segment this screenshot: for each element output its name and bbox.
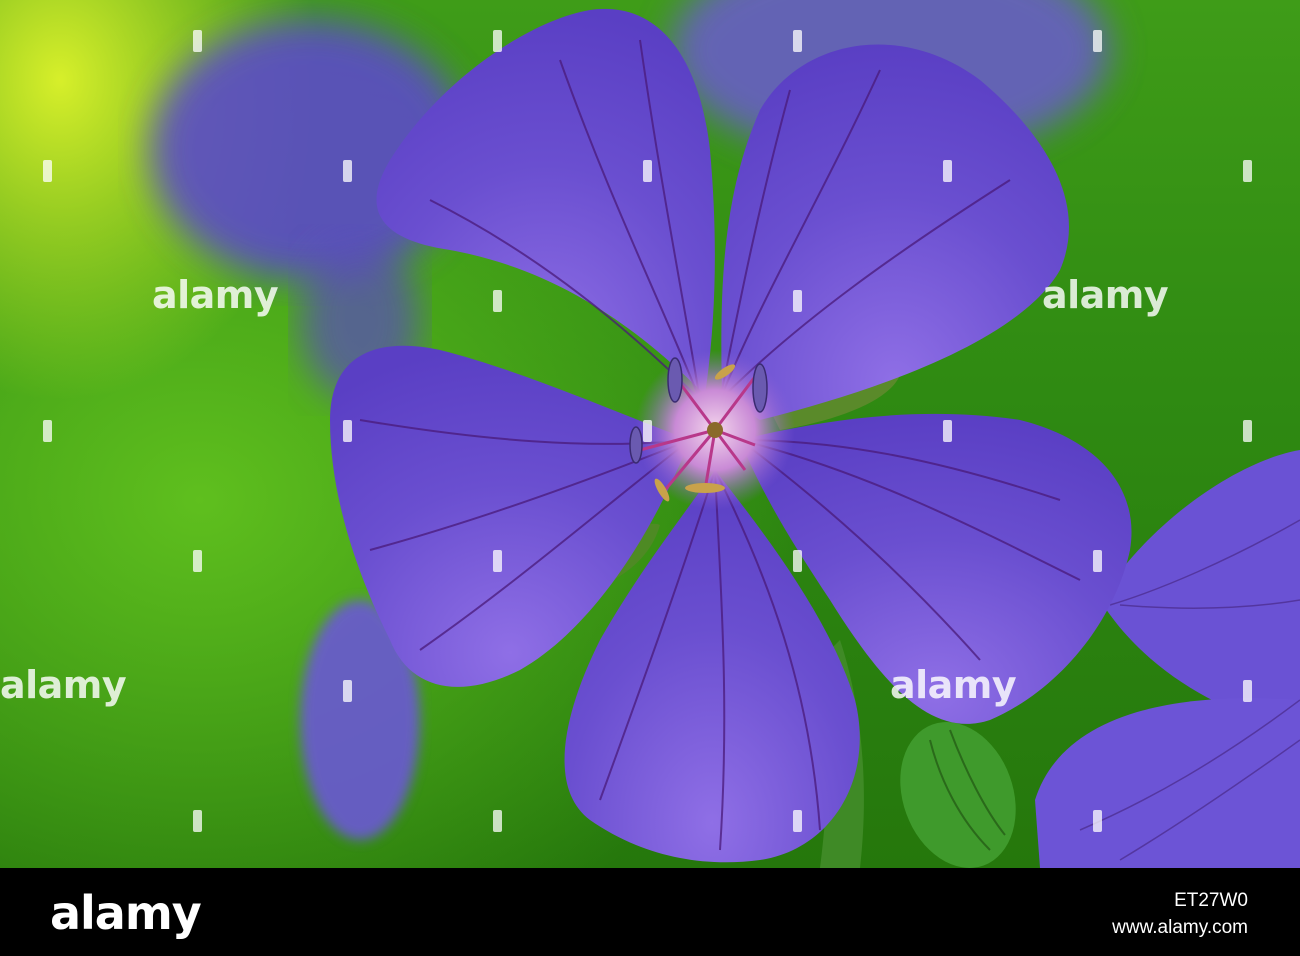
watermark-mark <box>1093 30 1102 52</box>
flower-photo: alamy alamy alamy alamy <box>0 0 1300 868</box>
watermark-mark <box>193 810 202 832</box>
watermark-mark <box>493 30 502 52</box>
watermark-mark <box>1093 810 1102 832</box>
watermark-mark <box>1243 160 1252 182</box>
footer-credits: ET27W0 www.alamy.com <box>1112 890 1248 939</box>
watermark-mark <box>1243 680 1252 702</box>
watermark-mark <box>1243 420 1252 442</box>
main-flower <box>330 8 1132 863</box>
footer-bar: alamy ET27W0 www.alamy.com <box>0 868 1300 956</box>
watermark-mark <box>343 160 352 182</box>
watermark-mark <box>493 550 502 572</box>
watermark-mark <box>493 290 502 312</box>
watermark-mark <box>43 420 52 442</box>
watermark-mark <box>793 290 802 312</box>
credit-site: www.alamy.com <box>1112 917 1248 938</box>
watermark-mark <box>1093 550 1102 572</box>
watermark-mark <box>193 30 202 52</box>
watermark-mark <box>43 160 52 182</box>
watermark-text: alamy <box>1042 273 1169 317</box>
watermark-mark <box>793 810 802 832</box>
watermark-mark <box>643 160 652 182</box>
watermark-mark <box>493 810 502 832</box>
watermark-mark <box>943 160 952 182</box>
watermark-text: alamy <box>152 273 279 317</box>
watermark-text: alamy <box>890 663 1017 707</box>
watermark-mark <box>193 550 202 572</box>
watermark-text: alamy <box>0 663 127 707</box>
alamy-logo: alamy <box>50 886 202 940</box>
image-id: ET27W0 <box>1174 890 1248 911</box>
watermark-mark <box>793 550 802 572</box>
watermark-mark <box>793 30 802 52</box>
watermark-mark <box>643 420 652 442</box>
watermark-mark <box>943 420 952 442</box>
watermark-mark <box>343 680 352 702</box>
watermark-mark <box>343 420 352 442</box>
